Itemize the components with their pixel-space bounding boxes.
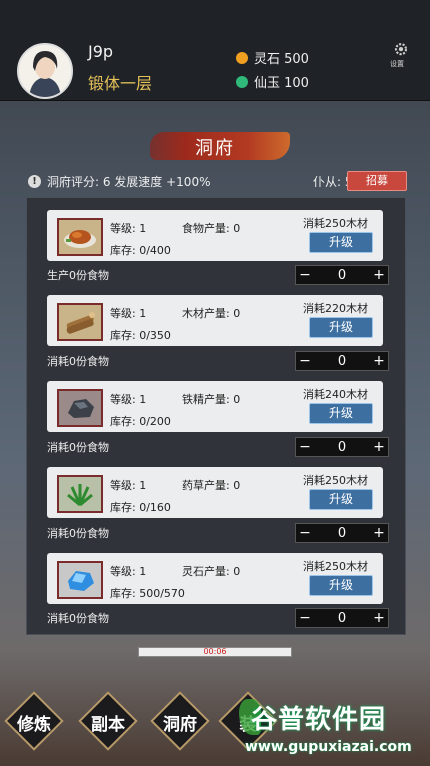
settings-label: 设置 [390, 60, 404, 68]
decrement-button[interactable]: − [296, 610, 314, 626]
upgrade-cost: 消耗240木材 [303, 388, 368, 401]
building-stock: 库存: 0/400 [110, 244, 171, 257]
nav-label: 修炼 [17, 715, 51, 735]
building-stock: 库存: 0/200 [110, 415, 171, 428]
building-stock: 库存: 0/160 [110, 501, 171, 514]
spirit-crystal-icon [57, 561, 103, 599]
upgrade-button[interactable]: 升级 [309, 317, 373, 338]
quantity-value: 0 [337, 525, 347, 541]
quantity-stepper: − 0 + [295, 523, 389, 543]
herb-icon [57, 475, 103, 513]
quantity-value: 0 [337, 610, 347, 626]
watermark-url: www.gupuxiazai.com [245, 739, 412, 755]
building-note: 消耗0份食物 [47, 612, 109, 625]
upgrade-button[interactable]: 升级 [309, 575, 373, 596]
settings-button[interactable]: 设置 [387, 42, 415, 70]
building-note: 消耗0份食物 [47, 527, 109, 540]
top-header: J9p 锻体一层 灵石 500 仙玉 100 设置 [0, 0, 430, 101]
nav-label: 副本 [91, 715, 125, 735]
building-level: 等级: 1 [110, 479, 147, 492]
building-production: 铁精产量: 0 [182, 393, 241, 406]
quantity-value: 0 [337, 353, 347, 369]
increment-button[interactable]: + [370, 610, 388, 626]
decrement-button[interactable]: − [296, 267, 314, 283]
building-card-spirit-stone: 等级: 1 灵石产量: 0 库存: 500/570 消耗250木材 升级 [47, 553, 383, 604]
watermark: 谷普软件园 www.gupuxiazai.com [239, 697, 430, 766]
quantity-value: 0 [337, 267, 347, 283]
building-level: 等级: 1 [110, 222, 147, 235]
watermark-brand: 谷普软件园 [251, 705, 387, 735]
building-note: 消耗0份食物 [47, 355, 109, 368]
nav-cultivate[interactable]: 修炼 [4, 691, 64, 751]
building-production: 灵石产量: 0 [182, 565, 241, 578]
building-level: 等级: 1 [110, 565, 147, 578]
quantity-stepper: − 0 + [295, 608, 389, 628]
spirit-stone-icon [236, 51, 248, 64]
building-stock: 库存: 500/570 [110, 587, 185, 600]
nav-dungeon[interactable]: 副本 [78, 691, 138, 751]
spirit-stone-label: 灵石 500 [254, 52, 309, 67]
roast-meat-icon [57, 218, 103, 256]
quantity-stepper: − 0 + [295, 265, 389, 285]
building-level: 等级: 1 [110, 393, 147, 406]
cave-rating: ! 洞府评分: 6 发展速度 +100% [28, 173, 210, 190]
nav-label: 洞府 [163, 715, 197, 735]
decrement-button[interactable]: − [296, 353, 314, 369]
upgrade-button[interactable]: 升级 [309, 232, 373, 253]
decrement-button[interactable]: − [296, 525, 314, 541]
page-title: 洞府 [195, 138, 235, 159]
cultivation-realm: 锻体一层 [88, 74, 153, 93]
quantity-value: 0 [337, 439, 347, 455]
info-icon[interactable]: ! [28, 175, 41, 188]
increment-button[interactable]: + [370, 525, 388, 541]
immortal-jade-icon [236, 75, 248, 88]
iron-ore-icon [57, 389, 103, 427]
building-level: 等级: 1 [110, 307, 147, 320]
page-title-banner: 洞府 [150, 128, 290, 164]
building-production: 食物产量: 0 [182, 222, 241, 235]
timer-progress-bar: 00:06 [138, 647, 292, 657]
upgrade-cost: 消耗250木材 [303, 560, 368, 573]
player-name: J9p [88, 42, 114, 61]
increment-button[interactable]: + [370, 353, 388, 369]
wood-logs-icon [57, 303, 103, 341]
immortal-jade-counter: 仙玉 100 [236, 72, 309, 91]
building-note: 生产0份食物 [47, 269, 109, 282]
building-production: 木材产量: 0 [182, 307, 241, 320]
immortal-jade-label: 仙玉 100 [254, 76, 309, 91]
player-avatar[interactable] [17, 43, 73, 99]
buildings-panel: 等级: 1 食物产量: 0 库存: 0/400 消耗250木材 升级 生产0份食… [26, 197, 406, 635]
recruit-button[interactable]: 招募 [347, 171, 407, 191]
building-stock: 库存: 0/350 [110, 329, 171, 342]
building-note: 消耗0份食物 [47, 441, 109, 454]
upgrade-button[interactable]: 升级 [309, 489, 373, 510]
cave-rating-text: 洞府评分: 6 发展速度 +100% [47, 175, 211, 189]
quantity-stepper: − 0 + [295, 351, 389, 371]
timer-text: 00:06 [203, 647, 227, 656]
decrement-button[interactable]: − [296, 439, 314, 455]
upgrade-cost: 消耗220木材 [303, 302, 368, 315]
building-card-herb: 等级: 1 药草产量: 0 库存: 0/160 消耗250木材 升级 [47, 467, 383, 518]
increment-button[interactable]: + [370, 439, 388, 455]
building-card-food: 等级: 1 食物产量: 0 库存: 0/400 消耗250木材 升级 [47, 210, 383, 261]
spirit-stone-counter: 灵石 500 [236, 48, 309, 67]
building-production: 药草产量: 0 [182, 479, 241, 492]
building-card-wood: 等级: 1 木材产量: 0 库存: 0/350 消耗220木材 升级 [47, 295, 383, 346]
nav-cave[interactable]: 洞府 [150, 691, 210, 751]
increment-button[interactable]: + [370, 267, 388, 283]
upgrade-cost: 消耗250木材 [303, 217, 368, 230]
quantity-stepper: − 0 + [295, 437, 389, 457]
upgrade-cost: 消耗250木材 [303, 474, 368, 487]
building-card-iron: 等级: 1 铁精产量: 0 库存: 0/200 消耗240木材 升级 [47, 381, 383, 432]
upgrade-button[interactable]: 升级 [309, 403, 373, 424]
